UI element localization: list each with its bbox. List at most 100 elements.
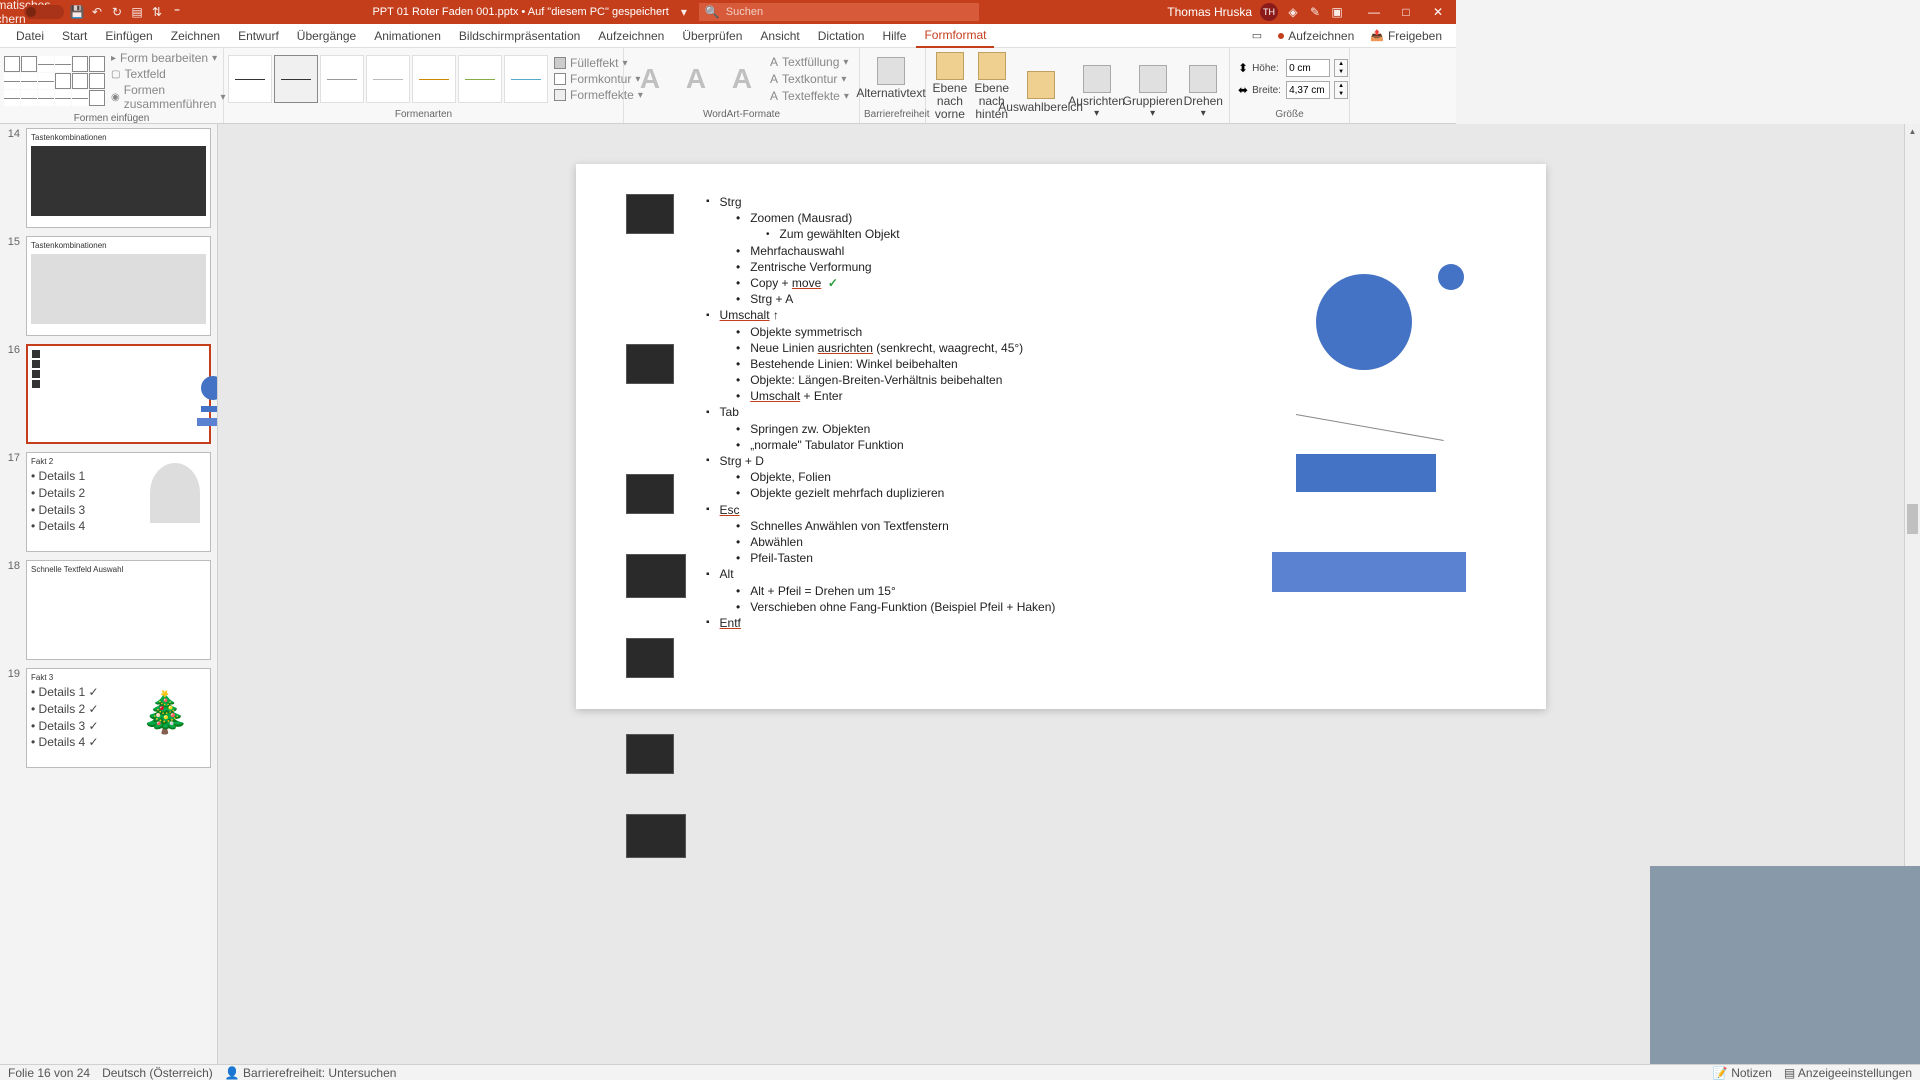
width-spinner[interactable]: ▲▼ [1334, 81, 1348, 99]
pen-icon[interactable]: ✎ [1308, 5, 1322, 19]
thumb-num-14: 14 [6, 128, 20, 228]
thumb-15[interactable]: Tastenkombinationen [26, 236, 211, 336]
status-language[interactable]: Deutsch (Österreich) [102, 1066, 213, 1080]
minimize-button[interactable]: — [1360, 2, 1388, 22]
scroll-up-icon[interactable]: ▲ [1905, 124, 1920, 138]
diamond-icon[interactable]: ◈ [1286, 5, 1300, 19]
shape-gallery[interactable] [4, 56, 105, 106]
status-accessibility[interactable]: 👤 Barrierefreiheit: Untersuchen [225, 1066, 397, 1080]
auswahlbereich-button[interactable]: Auswahlbereich [1014, 69, 1068, 116]
line-style-gallery[interactable] [228, 55, 548, 103]
ausrichten-button[interactable]: Ausrichten ▾ [1070, 63, 1124, 121]
present-icon[interactable]: ▤ [130, 5, 144, 19]
line-style-5[interactable] [412, 55, 456, 103]
tab-start[interactable]: Start [54, 25, 95, 47]
ebene-vorne-button[interactable]: Ebene nach vorne ▾ [930, 50, 970, 135]
webcam-overlay [1650, 866, 1920, 1064]
status-slide-count: Folie 16 von 24 [8, 1066, 90, 1080]
tab-einfuegen[interactable]: Einfügen [97, 25, 160, 47]
line-style-7[interactable] [504, 55, 548, 103]
tab-entwurf[interactable]: Entwurf [230, 25, 287, 47]
tab-aufzeichnen[interactable]: Aufzeichnen [590, 25, 672, 47]
tab-datei[interactable]: Datei [8, 25, 52, 47]
drehen-button[interactable]: Drehen ▾ [1182, 63, 1225, 121]
tab-bildschirm[interactable]: Bildschirmpräsentation [451, 25, 588, 47]
thumb-num-18: 18 [6, 560, 20, 660]
key-ctrl-icon [626, 194, 674, 234]
tab-hilfe[interactable]: Hilfe [874, 25, 914, 47]
width-icon: ⬌ [1238, 83, 1248, 97]
window-icon[interactable]: ▣ [1330, 5, 1344, 19]
textkontur-button[interactable]: ATextkontur ▾ [766, 71, 853, 87]
slide-canvas[interactable]: Strg Zoomen (Mausrad) Zum gewählten Obje… [576, 164, 1546, 709]
wordart-style-3[interactable]: A [720, 57, 764, 101]
touch-icon[interactable]: ⇅ [150, 5, 164, 19]
wordart-style-1[interactable]: A [628, 57, 672, 101]
tab-uebergaenge[interactable]: Übergänge [289, 25, 364, 47]
thumb-17[interactable]: Fakt 2 • Details 1• Details 2• Details 3… [26, 452, 211, 552]
document-title[interactable]: PPT 01 Roter Faden 001.pptx • Auf "diese… [372, 6, 668, 18]
shape-rect-1[interactable] [1296, 454, 1436, 492]
thumb-19[interactable]: Fakt 3 • Details 1 ✓• Details 2 ✓• Detai… [26, 668, 211, 768]
line-style-4[interactable] [366, 55, 410, 103]
alternativtext-button[interactable]: Alternativtext [864, 55, 918, 102]
line-style-1[interactable] [228, 55, 272, 103]
user-avatar[interactable]: TH [1260, 3, 1278, 21]
wordart-style-2[interactable]: A [674, 57, 718, 101]
key-tab-icon [626, 474, 674, 514]
tab-formformat[interactable]: Formformat [916, 24, 994, 48]
ebene-hinten-button[interactable]: Ebene nach hinten ▾ [972, 50, 1012, 135]
height-spinner[interactable]: ▲▼ [1334, 59, 1348, 77]
height-input[interactable] [1286, 59, 1330, 77]
freigeben-button[interactable]: 📤 Freigeben [1364, 27, 1448, 45]
scroll-thumb[interactable] [1907, 504, 1918, 534]
search-input[interactable] [726, 6, 973, 18]
maximize-button[interactable]: □ [1392, 2, 1420, 22]
collapse-ribbon-button[interactable]: ▭ [1246, 27, 1268, 44]
thumb-14[interactable]: Tastenkombinationen [26, 128, 211, 228]
gruppieren-button[interactable]: Gruppieren ▾ [1126, 63, 1180, 121]
undo-icon[interactable]: ↶ [90, 5, 104, 19]
texteffekte-button[interactable]: ATexteffekte ▾ [766, 88, 853, 104]
line-style-3[interactable] [320, 55, 364, 103]
thumb-num-17: 17 [6, 452, 20, 552]
width-input[interactable] [1286, 81, 1330, 99]
title-dropdown-icon[interactable]: ▾ [677, 5, 691, 19]
thumb-16[interactable] [26, 344, 211, 444]
qat-overflow-icon[interactable]: ⁼ [170, 5, 184, 19]
zusammen-button[interactable]: ◉ Formen zusammenführen ▾ [107, 82, 229, 112]
close-button[interactable]: ✕ [1424, 2, 1452, 22]
thumb-18[interactable]: Schnelle Textfeld Auswahl [26, 560, 211, 660]
user-name[interactable]: Thomas Hruska [1167, 5, 1252, 19]
shape-circle-large[interactable] [1316, 274, 1412, 370]
textfuellung-button[interactable]: ATextfüllung ▾ [766, 54, 853, 70]
shape-circle-small[interactable] [1438, 264, 1464, 290]
aufzeichnen-button[interactable]: Aufzeichnen [1272, 27, 1360, 45]
tab-ansicht[interactable]: Ansicht [752, 25, 807, 47]
line-style-6[interactable] [458, 55, 502, 103]
height-label: Höhe: [1252, 63, 1282, 74]
autosave-label: Automatisches Speichern [4, 5, 18, 19]
thumb-num-16: 16 [6, 344, 20, 444]
status-anzeige[interactable]: ▤ Anzeigeeinstellungen [1784, 1066, 1912, 1080]
save-icon[interactable]: 💾 [70, 5, 84, 19]
autosave-toggle[interactable] [24, 5, 64, 19]
tab-zeichnen[interactable]: Zeichnen [163, 25, 228, 47]
tab-dictation[interactable]: Dictation [810, 25, 873, 47]
key-esc-icon [626, 638, 674, 678]
status-notizen[interactable]: 📝 Notizen [1713, 1066, 1772, 1080]
form-bearbeiten-button[interactable]: ▸ Form bearbeiten ▾ [107, 50, 229, 66]
width-label: Breite: [1252, 85, 1282, 96]
shape-line[interactable] [1296, 414, 1444, 441]
tab-animationen[interactable]: Animationen [366, 25, 449, 47]
line-style-2[interactable] [274, 55, 318, 103]
redo-icon[interactable]: ↻ [110, 5, 124, 19]
slide-thumbnails[interactable]: 14 Tastenkombinationen 15 Tastenkombinat… [0, 124, 218, 1064]
key-shift-icon [626, 344, 674, 384]
tab-ueberpruefen[interactable]: Überprüfen [674, 25, 750, 47]
shape-rect-2[interactable] [1272, 552, 1466, 592]
height-icon: ⬍ [1238, 61, 1248, 75]
textfeld-button[interactable]: ▢ Textfeld [107, 66, 229, 82]
search-box[interactable]: 🔍 [699, 3, 979, 21]
group-groesse: Größe [1234, 108, 1345, 121]
